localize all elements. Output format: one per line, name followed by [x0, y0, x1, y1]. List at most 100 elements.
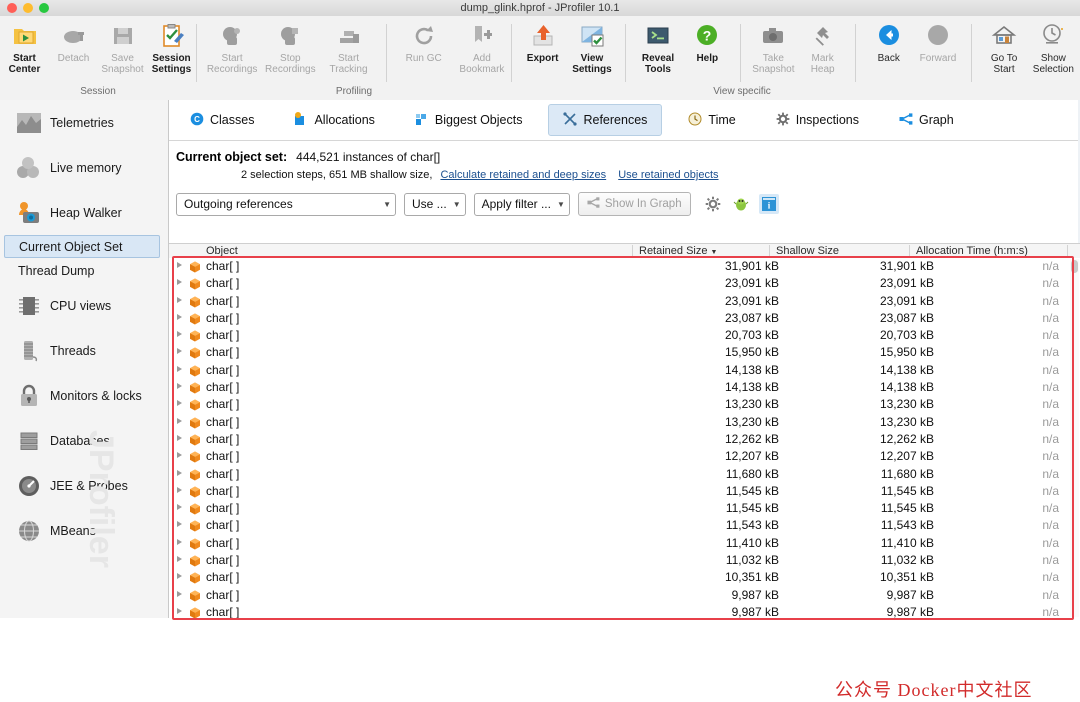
table-row[interactable]: char[ ]9,987 kB9,987 kBn/a: [169, 604, 1080, 618]
cell-retained-size: 11,545 kB: [499, 484, 779, 498]
table-row[interactable]: char[ ]9,987 kB9,987 kBn/a: [169, 587, 1080, 604]
sidebar-item-databases[interactable]: Databases: [0, 418, 168, 463]
ribbon-button-mark-heap[interactable]: Mark Heap: [798, 22, 847, 75]
table-row[interactable]: char[ ]15,950 kB15,950 kBn/a: [169, 344, 1080, 361]
table-row[interactable]: char[ ]11,680 kB11,680 kBn/a: [169, 466, 1080, 483]
table-row[interactable]: char[ ]12,207 kB12,207 kBn/a: [169, 448, 1080, 465]
sidebar-item-threads[interactable]: Threads: [0, 328, 168, 373]
use-retained-objects-link[interactable]: Use retained objects: [618, 169, 718, 181]
column-header-allocation-time[interactable]: Allocation Time (h:m:s): [916, 244, 1028, 259]
apply-filter-button[interactable]: Apply filter ... ▼: [474, 193, 570, 216]
expand-arrow-icon[interactable]: [177, 591, 182, 597]
expand-arrow-icon[interactable]: [177, 556, 182, 562]
ribbon-button-detach[interactable]: Detach: [49, 22, 98, 64]
ribbon-button-take-snapshot[interactable]: Take Snapshot: [749, 22, 798, 75]
table-row[interactable]: char[ ]23,091 kB23,091 kBn/a: [169, 293, 1080, 310]
tab-graph[interactable]: Graph: [885, 105, 968, 135]
expand-arrow-icon[interactable]: [177, 297, 182, 303]
ribbon-button-back[interactable]: Back: [864, 22, 913, 64]
ribbon-button-export[interactable]: Export: [518, 22, 567, 64]
expand-arrow-icon[interactable]: [177, 487, 182, 493]
expand-arrow-icon[interactable]: [177, 452, 182, 458]
ribbon-button-stop-recordings[interactable]: Stop Recordings: [261, 22, 319, 75]
expand-arrow-icon[interactable]: [177, 348, 182, 354]
show-in-graph-button[interactable]: Show In Graph: [578, 192, 691, 216]
reference-mode-select[interactable]: Outgoing references ▼: [176, 193, 396, 216]
sidebar-item-monitors-locks[interactable]: Monitors & locks: [0, 373, 168, 418]
info-icon[interactable]: i: [759, 194, 779, 214]
table-row[interactable]: char[ ]20,703 kB20,703 kBn/a: [169, 327, 1080, 344]
table-row[interactable]: char[ ]11,545 kB11,545 kBn/a: [169, 500, 1080, 517]
bug-icon[interactable]: [731, 194, 751, 214]
mark-heap-icon: [810, 22, 836, 50]
expand-arrow-icon[interactable]: [177, 573, 182, 579]
ribbon-button-session-settings[interactable]: Session Settings: [147, 22, 196, 75]
reveal-tools-icon: [645, 22, 671, 50]
sidebar-item-label: Live memory: [50, 161, 122, 175]
table-row[interactable]: char[ ]14,138 kB14,138 kBn/a: [169, 379, 1080, 396]
ribbon-button-save-snapshot[interactable]: Save Snapshot: [98, 22, 147, 75]
table-body[interactable]: char[ ]31,901 kB31,901 kBn/achar[ ]23,09…: [169, 258, 1080, 618]
table-row[interactable]: char[ ]13,230 kB13,230 kBn/a: [169, 414, 1080, 431]
calculate-retained-deep-sizes-link[interactable]: Calculate retained and deep sizes: [440, 169, 606, 181]
table-row[interactable]: char[ ]14,138 kB14,138 kBn/a: [169, 362, 1080, 379]
expand-arrow-icon[interactable]: [177, 608, 182, 614]
expand-arrow-icon[interactable]: [177, 539, 182, 545]
tab-allocations[interactable]: Allocations: [280, 105, 388, 135]
sidebar-item-jee-probes[interactable]: JEE & Probes: [0, 463, 168, 508]
ribbon-button-start-recordings[interactable]: Start Recordings: [203, 22, 261, 75]
column-header-object[interactable]: Object: [206, 244, 238, 259]
table-row[interactable]: char[ ]23,087 kB23,087 kBn/a: [169, 310, 1080, 327]
scrollbar-thumb[interactable]: [1071, 260, 1078, 273]
ribbon-button-forward[interactable]: Forward: [913, 22, 962, 64]
table-row[interactable]: char[ ]11,543 kB11,543 kBn/a: [169, 517, 1080, 534]
ribbon-button-run-gc[interactable]: Run GC: [395, 22, 453, 64]
ribbon-button-show-selection[interactable]: Show Selection: [1029, 22, 1078, 75]
expand-arrow-icon[interactable]: [177, 400, 182, 406]
expand-arrow-icon[interactable]: [177, 470, 182, 476]
tab-biggest-objects[interactable]: Biggest Objects: [401, 105, 537, 135]
ribbon-button-go-to-start[interactable]: Go To Start: [979, 22, 1028, 75]
ribbon-button-help[interactable]: ? Help: [683, 22, 732, 64]
sidebar-item-thread-dump[interactable]: Thread Dump: [0, 258, 168, 283]
expand-arrow-icon[interactable]: [177, 504, 182, 510]
show-in-graph-label: Show In Graph: [605, 198, 682, 210]
sidebar-item-current-object-set[interactable]: Current Object Set: [4, 235, 160, 258]
expand-arrow-icon[interactable]: [177, 366, 182, 372]
column-header-shallow-size[interactable]: Shallow Size: [776, 244, 839, 259]
column-header-retained-size[interactable]: Retained Size▼: [639, 244, 717, 259]
expand-arrow-icon[interactable]: [177, 331, 182, 337]
sidebar-item-mbeans[interactable]: MBeans: [0, 508, 168, 553]
ribbon-button-add-bookmark[interactable]: Add Bookmark: [453, 22, 511, 75]
expand-arrow-icon[interactable]: [177, 314, 182, 320]
vertical-scrollbar[interactable]: [1070, 259, 1079, 617]
tab-references[interactable]: References: [548, 104, 662, 136]
table-row[interactable]: char[ ]10,351 kB10,351 kBn/a: [169, 569, 1080, 586]
expand-arrow-icon[interactable]: [177, 521, 182, 527]
use-dropdown-button[interactable]: Use ... ▼: [404, 193, 466, 216]
expand-arrow-icon[interactable]: [177, 262, 182, 268]
tab-classes[interactable]: C Classes: [176, 105, 268, 135]
tab-time[interactable]: Time: [674, 105, 749, 135]
table-row[interactable]: char[ ]11,032 kB11,032 kBn/a: [169, 552, 1080, 569]
table-row[interactable]: char[ ]12,262 kB12,262 kBn/a: [169, 431, 1080, 448]
sidebar-item-heap-walker[interactable]: Heap Walker: [0, 190, 168, 235]
gear-icon[interactable]: [703, 194, 723, 214]
expand-arrow-icon[interactable]: [177, 383, 182, 389]
ribbon-button-view-settings[interactable]: View Settings: [567, 22, 616, 75]
table-row[interactable]: char[ ]23,091 kB23,091 kBn/a: [169, 275, 1080, 292]
table-row[interactable]: char[ ]11,410 kB11,410 kBn/a: [169, 535, 1080, 552]
expand-arrow-icon[interactable]: [177, 279, 182, 285]
sidebar-item-telemetries[interactable]: Telemetries: [0, 100, 168, 145]
expand-arrow-icon[interactable]: [177, 435, 182, 441]
ribbon-button-start-tracking[interactable]: Start Tracking: [319, 22, 377, 75]
table-row[interactable]: char[ ]11,545 kB11,545 kBn/a: [169, 483, 1080, 500]
sidebar-item-live-memory[interactable]: Live memory: [0, 145, 168, 190]
tab-inspections[interactable]: Inspections: [762, 105, 873, 135]
ribbon-button-start-center[interactable]: Start Center: [0, 22, 49, 75]
expand-arrow-icon[interactable]: [177, 418, 182, 424]
table-row[interactable]: char[ ]31,901 kB31,901 kBn/a: [169, 258, 1080, 275]
table-row[interactable]: char[ ]13,230 kB13,230 kBn/a: [169, 396, 1080, 413]
ribbon-button-reveal-tools[interactable]: Reveal Tools: [633, 22, 682, 75]
sidebar-item-cpu-views[interactable]: CPU views: [0, 283, 168, 328]
